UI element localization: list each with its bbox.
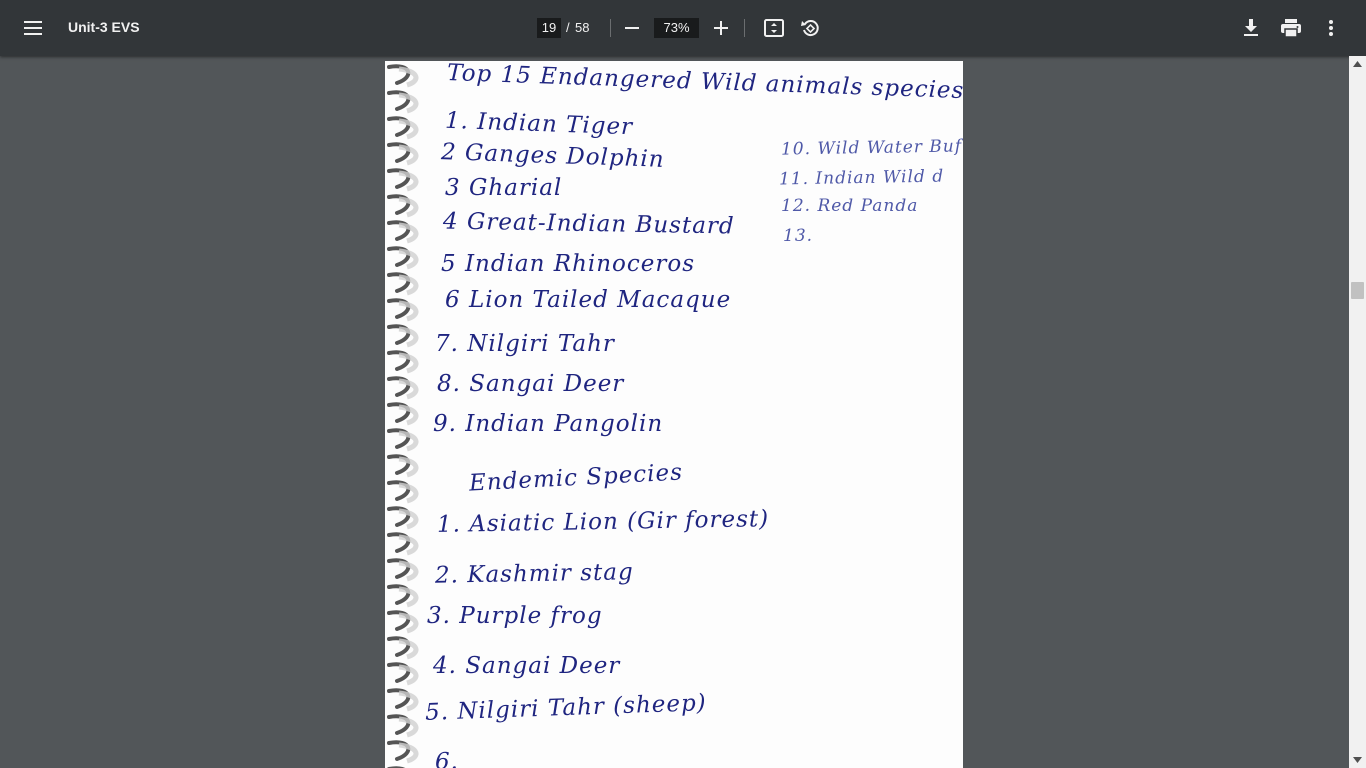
more-vert-icon	[1329, 20, 1333, 36]
endangered-side-item: 10. Wild Water Buf	[780, 136, 963, 160]
endangered-item: 3 Gharial	[445, 175, 563, 201]
endangered-side-item: 12. Red Panda	[781, 196, 919, 216]
zoom-input[interactable]: 73%	[654, 18, 699, 38]
endemic-item: 3. Purple frog	[427, 603, 603, 629]
page-total: 58	[575, 20, 590, 35]
scroll-up-arrow-icon[interactable]	[1353, 61, 1362, 67]
zoom-out-button[interactable]	[614, 10, 650, 46]
page-separator: /	[566, 20, 570, 35]
fit-to-page-icon	[764, 19, 784, 37]
toolbar-divider	[744, 19, 745, 37]
document-title: Unit-3 EVS	[68, 19, 140, 35]
plus-icon	[714, 21, 728, 35]
pdf-toolbar: Unit-3 EVS 19 / 58 73%	[0, 0, 1366, 56]
endangered-side-item: 13.	[783, 226, 814, 246]
toolbar-divider	[610, 19, 611, 37]
vertical-scrollbar[interactable]	[1349, 56, 1366, 768]
endangered-item: 1. Indian Tiger	[444, 107, 634, 141]
endemic-item: 6.	[435, 749, 459, 768]
endangered-item: 8. Sangai Deer	[437, 371, 625, 397]
spiral-binding	[387, 64, 419, 768]
endemic-item: 1. Asiatic Lion (Gir forest)	[436, 506, 770, 538]
endangered-side-item: 11. Indian Wild d	[778, 166, 945, 190]
scrollbar-thumb[interactable]	[1351, 282, 1364, 299]
rotate-icon	[801, 20, 819, 37]
endangered-item: 7. Nilgiri Tahr	[435, 331, 615, 357]
endemic-item: 4. Sangai Deer	[433, 653, 621, 679]
endangered-item: 6 Lion Tailed Macaque	[445, 287, 732, 313]
print-button[interactable]	[1273, 10, 1309, 46]
download-button[interactable]	[1233, 10, 1269, 46]
zoom-in-button[interactable]	[703, 10, 739, 46]
endangered-item: 4 Great-Indian Bustard	[442, 208, 735, 240]
endangered-item: 5 Indian Rhinoceros	[441, 251, 696, 277]
page-number-input[interactable]: 19	[537, 18, 561, 38]
endangered-item: 9. Indian Pangolin	[433, 411, 664, 437]
endangered-item: 2 Ganges Dolphin	[440, 139, 666, 173]
more-options-button[interactable]	[1313, 10, 1349, 46]
page-heading: Top 15 Endangered Wild animals species	[446, 61, 963, 105]
download-icon	[1244, 19, 1258, 36]
menu-icon	[24, 21, 42, 35]
fit-to-page-button[interactable]	[756, 10, 792, 46]
menu-button[interactable]	[15, 10, 51, 46]
minus-icon	[625, 27, 639, 29]
print-icon	[1281, 19, 1301, 37]
endemic-item: 5. Nilgiri Tahr (sheep)	[424, 690, 708, 726]
pdf-page: Top 15 Endangered Wild animals species 1…	[385, 61, 963, 768]
rotate-button[interactable]	[792, 10, 828, 46]
scroll-down-arrow-icon[interactable]	[1353, 757, 1362, 763]
endemic-heading: Endemic Species	[468, 459, 684, 497]
endemic-item: 2. Kashmir stag	[434, 559, 634, 589]
document-viewer[interactable]: Top 15 Endangered Wild animals species 1…	[0, 56, 1366, 768]
